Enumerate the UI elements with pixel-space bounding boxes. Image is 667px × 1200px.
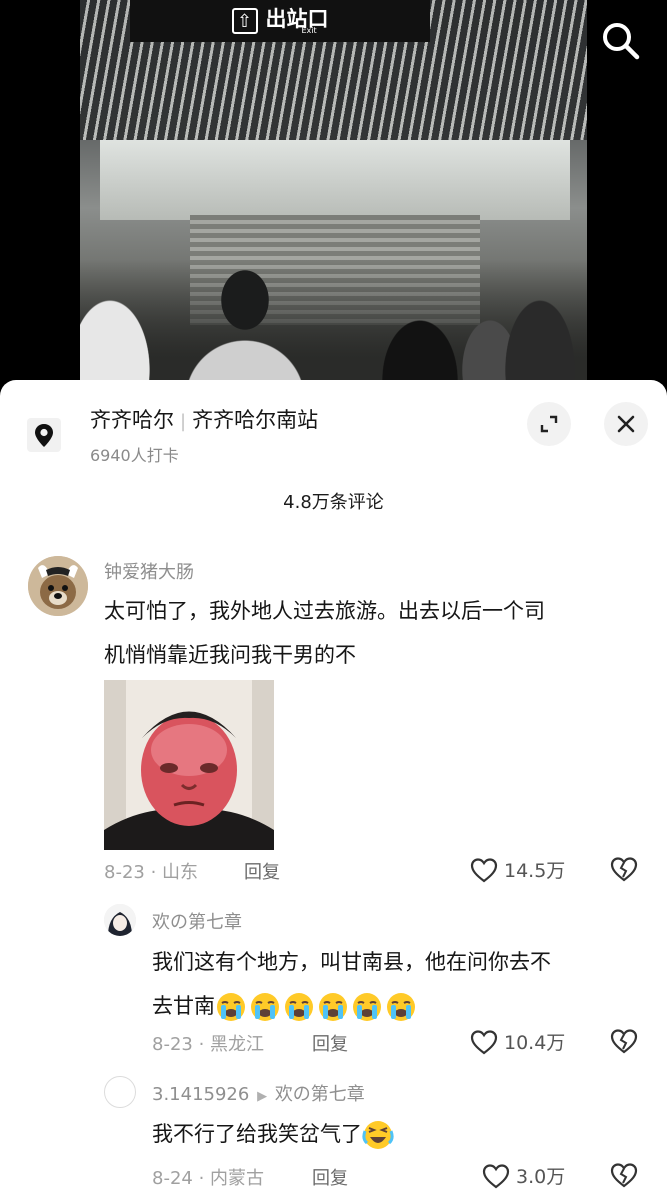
comment-reply-header: 3.1415926 ▶ 欢の第七章 (152, 1080, 365, 1106)
crying-face-icon (251, 993, 279, 1021)
avatar[interactable] (28, 556, 88, 616)
comment-image[interactable] (104, 680, 274, 850)
reply-button[interactable]: 回复 (244, 858, 280, 884)
emoji-row (215, 991, 417, 1023)
close-icon (617, 415, 635, 433)
exit-sign-text: 出站口 (265, 6, 329, 31)
crying-face-icon (353, 993, 381, 1021)
heart-icon (470, 1029, 498, 1054)
crying-face-icon (217, 993, 245, 1021)
exit-sign: ⇧ 出站口 Exit (130, 0, 430, 42)
heart-icon (482, 1163, 510, 1188)
checkin-count: 6940人打卡 (90, 446, 179, 465)
like-count: 14.5万 (504, 860, 566, 882)
comment-date-region: 8-24 · 内蒙古 (152, 1168, 265, 1189)
location-place: 齐齐哈尔南站 (192, 408, 319, 432)
location-separator: | (180, 411, 187, 432)
broken-heart-icon (610, 1163, 638, 1188)
comment-text-line: 去甘南 (152, 984, 551, 1028)
comment-text-fragment: 去甘南 (152, 994, 215, 1018)
location-title[interactable]: 齐齐哈尔 | 齐齐哈尔南站 (90, 404, 318, 434)
comment-text-line: 我们这有个地方，叫甘南县，他在问你去不 (152, 950, 551, 974)
comment-date-region: 8-23 · 山东 (104, 862, 199, 883)
reply-button[interactable]: 回复 (312, 1164, 348, 1190)
expand-icon (540, 415, 558, 433)
like-button[interactable]: 10.4万 (470, 1028, 565, 1055)
crying-face-icon (285, 993, 313, 1021)
exit-gate (100, 140, 570, 220)
comment-text-line: 我不行了给我笑岔气了 (152, 1112, 394, 1156)
crying-face-icon (319, 993, 347, 1021)
location-header[interactable]: 齐齐哈尔 | 齐齐哈尔南站 6940人打卡 (0, 380, 667, 480)
comment-text: 我们这有个地方，叫甘南县，他在问你去不 去甘南 (152, 940, 551, 1028)
comment-sheet: 齐齐哈尔 | 齐齐哈尔南站 6940人打卡 4.8万条评论 钟爱猪大肠 太可怕了… (0, 380, 667, 1200)
comment-text-fragment: 我不行了给我笑岔气了 (152, 1122, 362, 1146)
video-preview[interactable]: ⇧ 出站口 Exit (0, 0, 667, 400)
dog-avatar-image (28, 556, 88, 616)
like-count: 10.4万 (504, 1032, 566, 1054)
comment-username[interactable]: 欢の第七章 (152, 908, 242, 934)
exit-arrow-icon: ⇧ (231, 8, 258, 34)
comment-username[interactable]: 3.1415926 (152, 1084, 249, 1105)
meme-face-image (104, 680, 274, 850)
dislike-button[interactable] (610, 1162, 638, 1192)
comment-username[interactable]: 钟爱猪大肠 (104, 558, 194, 584)
dislike-button[interactable] (610, 856, 638, 886)
crowd (80, 260, 587, 400)
broken-heart-icon (610, 857, 638, 882)
avatar[interactable] (104, 1076, 136, 1108)
location-city: 齐齐哈尔 (90, 408, 174, 432)
comment-text-line: 太可怕了，我外地人过去旅游。出去以后一个司 (104, 599, 545, 623)
comment-text-line: 机悄悄靠近我问我干男的不 (104, 643, 356, 667)
avatar[interactable] (104, 904, 136, 936)
reply-button[interactable]: 回复 (312, 1030, 348, 1056)
dislike-button[interactable] (610, 1028, 638, 1058)
broken-heart-icon (610, 1029, 638, 1054)
crying-face-icon (387, 993, 415, 1021)
station-photo: ⇧ 出站口 Exit (80, 0, 587, 400)
reply-arrow-icon: ▶ (257, 1089, 268, 1104)
comment-text: 我不行了给我笑岔气了 (152, 1112, 394, 1156)
search-button[interactable] (598, 18, 642, 62)
comment-date-region: 8-23 · 黑龙江 (152, 1034, 265, 1055)
close-button[interactable] (604, 402, 648, 446)
location-pin-icon (27, 418, 61, 452)
comment-count: 4.8万条评论 (283, 492, 384, 513)
search-icon (603, 23, 640, 60)
heart-icon (470, 857, 498, 882)
reply-to-username[interactable]: 欢の第七章 (275, 1084, 365, 1105)
expand-button[interactable] (527, 402, 571, 446)
like-count: 3.0万 (516, 1166, 566, 1188)
anime-avatar-image (104, 904, 136, 936)
comment-text: 太可怕了，我外地人过去旅游。出去以后一个司 机悄悄靠近我问我干男的不 (104, 589, 545, 677)
laughing-crying-face-icon (362, 1121, 394, 1149)
like-button[interactable]: 3.0万 (482, 1162, 565, 1189)
like-button[interactable]: 14.5万 (470, 856, 565, 883)
